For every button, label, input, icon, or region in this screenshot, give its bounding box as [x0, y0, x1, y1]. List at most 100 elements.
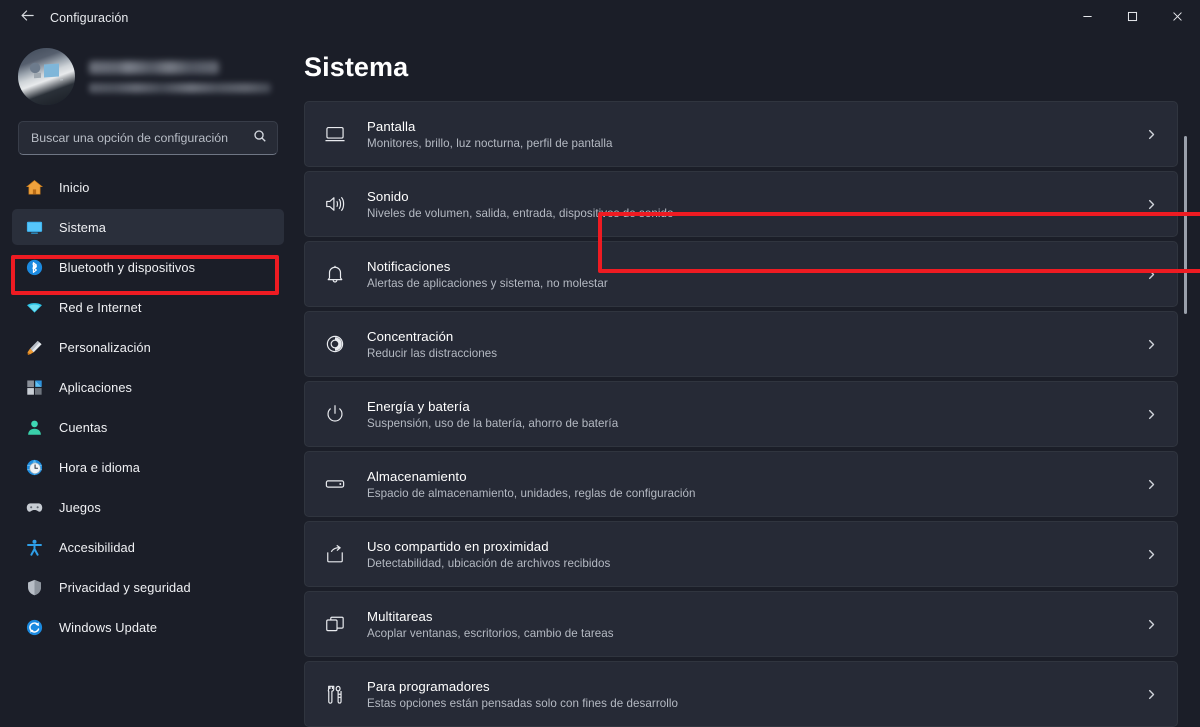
close-button[interactable] — [1155, 0, 1200, 36]
settings-card-title: Para programadores — [367, 678, 490, 694]
bell-icon — [323, 262, 347, 286]
chevron-right-icon — [1141, 619, 1161, 630]
clock-globe-icon — [25, 458, 44, 477]
settings-card-sonido[interactable]: Sonido Niveles de volumen, salida, entrad… — [304, 171, 1178, 237]
profile-text — [89, 60, 278, 93]
sidebar-item-label: Windows Update — [59, 619, 158, 635]
sidebar-item-aplicaciones[interactable]: Aplicaciones — [12, 369, 284, 405]
accessibility-icon — [25, 538, 44, 557]
settings-card-subtitle: Espacio de almacenamiento, unidades, reg… — [367, 486, 696, 500]
settings-card-notificaciones[interactable]: Notificaciones Alertas de aplicaciones y … — [304, 241, 1178, 307]
back-arrow-icon — [20, 8, 35, 28]
apps-grid-icon — [25, 378, 44, 397]
sidebar-item-privacidad-y-seguridad[interactable]: Privacidad y seguridad — [12, 569, 284, 605]
avatar-photo-highlight — [44, 63, 60, 78]
settings-card-text: Notificaciones Alertas de aplicaciones y … — [367, 259, 1121, 290]
search-icon — [253, 129, 267, 148]
settings-card-para-programadores[interactable]: Para programadores Estas opciones están p… — [304, 661, 1178, 727]
speaker-volume-icon — [323, 192, 347, 216]
sidebar-item-red-e-internet[interactable]: Red e Internet — [12, 289, 284, 325]
storage-drive-icon — [323, 472, 347, 496]
back-button[interactable] — [8, 3, 46, 33]
sidebar-item-label: Privacidad y seguridad — [59, 579, 191, 595]
scrollbar-thumb[interactable] — [1184, 136, 1187, 314]
sidebar-item-inicio[interactable]: Inicio — [12, 169, 284, 205]
update-refresh-icon — [25, 618, 44, 637]
settings-card-energía-y-batería[interactable]: Energía y batería Suspensión, uso de la b… — [304, 381, 1178, 447]
sidebar-item-label: Red e Internet — [59, 299, 142, 315]
chevron-right-icon — [1141, 339, 1161, 350]
avatar — [18, 48, 75, 105]
chevron-right-icon — [1141, 269, 1161, 280]
sidebar-item-label: Sistema — [59, 219, 106, 235]
sidebar-item-accesibilidad[interactable]: Accesibilidad — [12, 529, 284, 565]
settings-card-multitareas[interactable]: Multitareas Acoplar ventanas, escritorios… — [304, 591, 1178, 657]
main-content: Sistema Pantalla Monitores, brillo, luz n… — [296, 36, 1200, 727]
sidebar-nav-list: Inicio Sistema Bluetooth y dispositivos Red… — [12, 167, 284, 727]
power-icon — [323, 402, 347, 426]
chevron-right-icon — [1141, 689, 1161, 700]
settings-card-text: Multitareas Acoplar ventanas, escritorios… — [367, 609, 1121, 640]
settings-card-pantalla[interactable]: Pantalla Monitores, brillo, luz nocturna,… — [304, 101, 1178, 167]
settings-card-subtitle: Reducir las distracciones — [367, 346, 498, 360]
settings-card-subtitle: Detectabilidad, ubicación de archivos re… — [367, 556, 611, 570]
settings-card-text: Para programadores Estas opciones están p… — [367, 679, 1121, 710]
chevron-right-icon — [1141, 479, 1161, 490]
sidebar-item-personalizaci-n[interactable]: Personalización — [12, 329, 284, 365]
search-box[interactable] — [18, 121, 278, 155]
settings-card-subtitle: Estas opciones están pensadas solo con f… — [367, 696, 678, 710]
nearby-share-icon — [323, 542, 347, 566]
sidebar-item-label: Cuentas — [59, 419, 108, 435]
sidebar-item-label: Personalización — [59, 339, 151, 355]
sidebar-item-sistema[interactable]: Sistema — [12, 209, 284, 245]
settings-window: Configuración Buscar una opción de confi… — [0, 0, 1200, 727]
settings-card-title: Pantalla — [367, 118, 416, 134]
settings-card-list: Pantalla Monitores, brillo, luz nocturna,… — [304, 101, 1200, 727]
sidebar-item-cuentas[interactable]: Cuentas — [12, 409, 284, 445]
minimize-icon — [1082, 9, 1093, 27]
bluetooth-icon — [25, 258, 44, 277]
settings-card-almacenamiento[interactable]: Almacenamiento Espacio de almacenamiento,… — [304, 451, 1178, 517]
settings-card-title: Notificaciones — [367, 258, 451, 274]
window-title: Configuración — [50, 11, 129, 25]
profile-name-redacted — [89, 60, 219, 74]
search-input[interactable] — [31, 131, 253, 145]
profile-email-redacted — [89, 82, 271, 93]
scrollbar-track[interactable] — [1184, 40, 1195, 723]
window-controls — [1065, 0, 1200, 36]
settings-card-subtitle: Monitores, brillo, luz nocturna, perfil … — [367, 136, 613, 150]
focus-moon-icon — [323, 332, 347, 356]
sidebar-item-windows-update[interactable]: Windows Update — [12, 609, 284, 645]
settings-card-subtitle: Alertas de aplicaciones y sistema, no mo… — [367, 276, 608, 290]
settings-card-text: Almacenamiento Espacio de almacenamiento,… — [367, 469, 1121, 500]
maximize-button[interactable] — [1110, 0, 1155, 36]
sidebar-item-label: Aplicaciones — [59, 379, 133, 395]
shield-icon — [25, 578, 44, 597]
display-monitor-icon — [323, 122, 347, 146]
settings-card-concentración[interactable]: Concentración Reducir las distracciones — [304, 311, 1178, 377]
paintbrush-icon — [25, 338, 44, 357]
minimize-button[interactable] — [1065, 0, 1110, 36]
sidebar-item-label: Bluetooth y dispositivos — [59, 259, 196, 275]
sidebar-item-label: Hora e idioma — [59, 459, 140, 475]
sidebar-item-label: Inicio — [59, 179, 90, 195]
settings-card-title: Multitareas — [367, 608, 433, 624]
chevron-right-icon — [1141, 129, 1161, 140]
user-profile[interactable] — [12, 36, 284, 119]
sidebar-item-label: Juegos — [59, 499, 101, 515]
maximize-icon — [1127, 9, 1138, 27]
page-title: Sistema — [304, 52, 409, 82]
sidebar-item-bluetooth-y-dispositivos[interactable]: Bluetooth y dispositivos — [12, 249, 284, 285]
settings-card-title: Uso compartido en proximidad — [367, 538, 549, 554]
sidebar-item-juegos[interactable]: Juegos — [12, 489, 284, 525]
monitor-icon — [25, 218, 44, 237]
person-icon — [25, 418, 44, 437]
developer-tools-icon — [323, 682, 347, 706]
sidebar-item-hora-e-idioma[interactable]: Hora e idioma — [12, 449, 284, 485]
settings-card-subtitle: Suspensión, uso de la batería, ahorro de… — [367, 416, 619, 430]
settings-card-subtitle: Acoplar ventanas, escritorios, cambio de… — [367, 626, 614, 640]
settings-card-text: Concentración Reducir las distracciones — [367, 329, 1121, 360]
wifi-icon — [25, 298, 44, 317]
sidebar: Inicio Sistema Bluetooth y dispositivos Red… — [0, 36, 296, 727]
settings-card-uso-compartido-en-proximidad[interactable]: Uso compartido en proximidad Detectabilid… — [304, 521, 1178, 587]
